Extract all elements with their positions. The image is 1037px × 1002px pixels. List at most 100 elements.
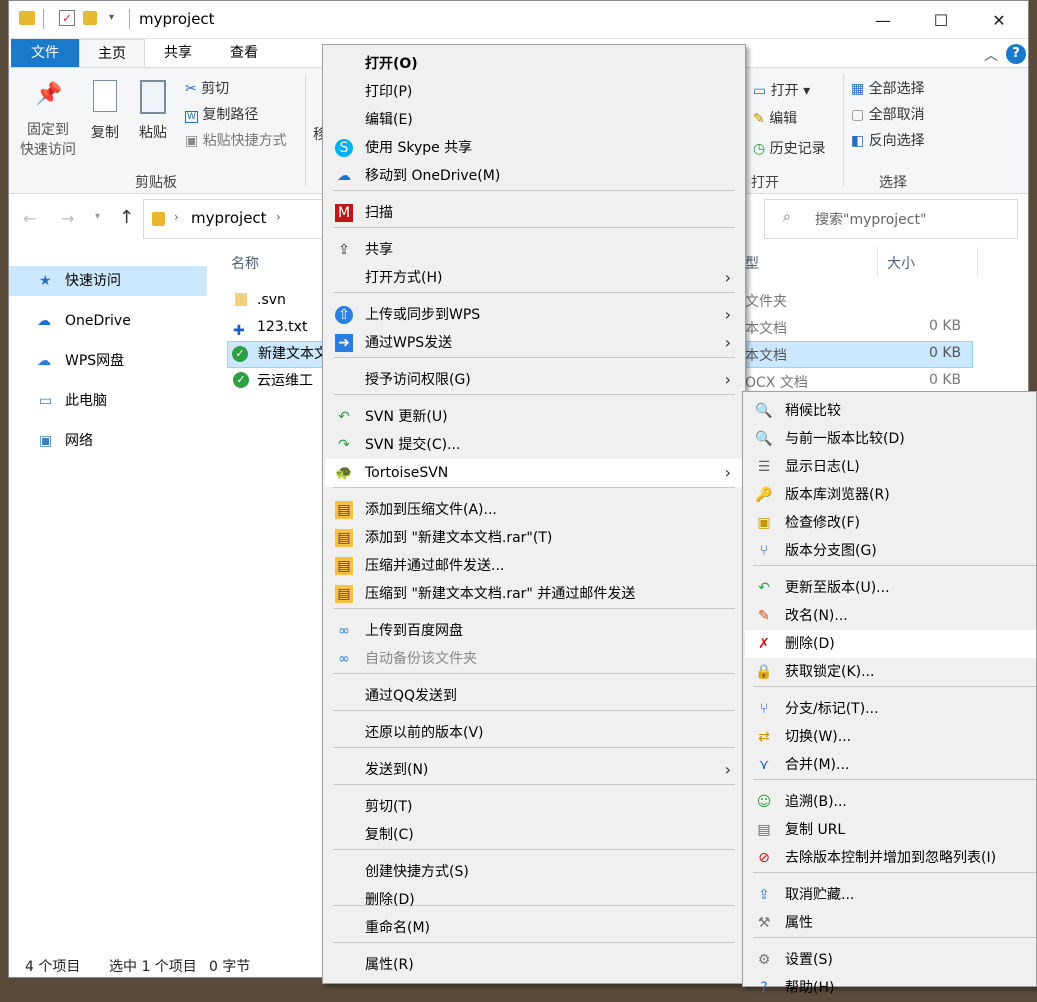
context-menu-item-移动到-onedrive[interactable]: ☁ 移动到 OneDrive(M)	[325, 162, 743, 190]
breadcrumb[interactable]: myproject	[191, 209, 267, 227]
back-arrow-icon[interactable]: ←	[23, 209, 36, 228]
context-menu-item-删除[interactable]: 删除(D)	[325, 886, 743, 914]
context-menu-item-扫描[interactable]: M 扫描	[325, 199, 743, 227]
context-menu-item-自动备份该文件夹[interactable]: ∞ 自动备份该文件夹	[325, 645, 743, 673]
svn-menu-item-稍候比较[interactable]: 🔍 稍候比较	[745, 397, 1036, 425]
breadcrumb-chevron-icon[interactable]: ›	[276, 210, 281, 224]
nav-wps-drive[interactable]: ☁ WPS网盘	[9, 346, 207, 376]
select-all-button[interactable]: ▦ 全部选择	[851, 78, 925, 100]
context-menu-item-添加到压缩文件[interactable]: ▤ 添加到压缩文件(A)...	[325, 496, 743, 524]
select-none-button[interactable]: ▢ 全部取消	[851, 104, 925, 126]
svn-menu-item-检查修改[interactable]: ▣ 检查修改(F)	[745, 509, 1036, 537]
file-row-svn[interactable]: .svn	[229, 287, 329, 314]
network-icon: ▣	[39, 433, 53, 449]
tab-share[interactable]: 共享	[145, 39, 211, 67]
context-menu-item-创建快捷方式[interactable]: 创建快捷方式(S)	[325, 858, 743, 886]
svn-menu-item-删除[interactable]: ✗ 删除(D)	[745, 630, 1036, 658]
svn-menu-item-切换[interactable]: ⇄ 切换(W)...	[745, 723, 1036, 751]
copy-path-button[interactable]: W 复制路径	[185, 104, 258, 126]
cut-label: 剪切	[201, 81, 230, 97]
column-header-type[interactable]: 型	[745, 253, 759, 273]
context-menu-item-打开方式[interactable]: 打开方式(H) ›	[325, 264, 743, 292]
context-menu-item-授予访问权限[interactable]: 授予访问权限(G) ›	[325, 366, 743, 394]
up-arrow-icon[interactable]: ↑	[119, 207, 134, 228]
file-row-new-text[interactable]: ✓ 新建文本文	[227, 341, 329, 368]
context-menu-item-使用-skype-共享[interactable]: S 使用 Skype 共享	[325, 134, 743, 162]
svn-menu-item-设置[interactable]: ⚙ 设置(S)	[745, 946, 1036, 974]
copy-button[interactable]: 复制	[85, 80, 125, 142]
menu-item-label: 改名(N)...	[785, 608, 848, 624]
file-row-docx[interactable]: ✓ 云运维工	[229, 368, 329, 395]
svn-menu-item-复制-url[interactable]: ▤ 复制 URL	[745, 816, 1036, 844]
tab-file[interactable]: 文件	[11, 39, 79, 67]
context-menu-item-压缩到-新建文本文档-rar-并通过邮件发送[interactable]: ▤ 压缩到 "新建文本文档.rar" 并通过邮件发送	[325, 580, 743, 608]
context-menu-item-还原以前的版本[interactable]: 还原以前的版本(V)	[325, 719, 743, 747]
pin-quick-access-button[interactable]: 📌 固定到 快速访问	[17, 82, 79, 160]
context-menu-item-发送到[interactable]: 发送到(N) ›	[325, 756, 743, 784]
context-menu-item-重命名[interactable]: 重命名(M)	[325, 914, 743, 942]
paste-shortcut-button[interactable]: ▣ 粘贴快捷方式	[185, 130, 287, 152]
context-menu-item-复制[interactable]: 复制(C)	[325, 821, 743, 849]
context-menu-item-上传到百度网盘[interactable]: ∞ 上传到百度网盘	[325, 617, 743, 645]
collapse-ribbon-icon[interactable]: ︿	[984, 45, 998, 65]
maximize-button[interactable]: ☐	[912, 1, 970, 39]
svn-menu-item-获取锁定[interactable]: 🔒 获取锁定(K)...	[745, 658, 1036, 686]
svn-menu-item-合并[interactable]: ⋎ 合并(M)...	[745, 751, 1036, 779]
svn-menu-item-追溯[interactable]: ☺ 追溯(B)...	[745, 788, 1036, 816]
customize-toolbar-icon[interactable]: ▾	[109, 12, 114, 23]
minimize-button[interactable]: —	[854, 1, 912, 39]
svn-menu-item-改名[interactable]: ✎ 改名(N)...	[745, 602, 1036, 630]
svn-menu-item-与前一版本比较[interactable]: 🔍 与前一版本比较(D)	[745, 425, 1036, 453]
svn-menu-item-帮助[interactable]: ? 帮助(H)	[745, 974, 1036, 1002]
svn-menu-item-取消贮藏[interactable]: ⇪ 取消贮藏...	[745, 881, 1036, 909]
context-menu-item-打开[interactable]: 打开(O)	[325, 50, 743, 78]
file-row-123-txt[interactable]: ✚ 123.txt	[229, 314, 329, 341]
search-box[interactable]: ⌕ 搜索"myproject"	[764, 199, 1018, 239]
column-header-size[interactable]: 大小	[887, 253, 915, 273]
close-button[interactable]: ✕	[970, 1, 1028, 39]
paste-button[interactable]: 粘贴	[133, 80, 173, 142]
context-menu-item-通过wps发送[interactable]: ➜ 通过WPS发送 ›	[325, 329, 743, 357]
nav-network[interactable]: ▣ 网络	[9, 426, 207, 456]
nav-this-pc[interactable]: ▭ 此电脑	[9, 386, 207, 416]
status-selected: 选中 1 个项目	[109, 959, 197, 975]
context-menu-item-上传或同步到wps[interactable]: ⇧ 上传或同步到WPS ›	[325, 301, 743, 329]
context-menu-item-svn-提交[interactable]: ↷ SVN 提交(C)...	[325, 431, 743, 459]
open-label: 打开 ▾	[770, 83, 811, 99]
context-menu-item-属性[interactable]: 属性(R)	[325, 951, 743, 979]
context-menu-item-压缩并通过邮件发送[interactable]: ▤ 压缩并通过邮件发送...	[325, 552, 743, 580]
svn-menu-item-版本分支图[interactable]: ⑂ 版本分支图(G)	[745, 537, 1036, 565]
properties-quick-icon[interactable]: ✓	[59, 10, 75, 26]
search-input[interactable]: 搜索"myproject"	[815, 209, 926, 229]
forward-arrow-icon[interactable]: →	[61, 209, 74, 228]
cut-button[interactable]: ✂ 剪切	[185, 78, 229, 100]
tab-home[interactable]: 主页	[79, 39, 145, 67]
tab-view[interactable]: 查看	[211, 39, 277, 67]
svn-menu-item-显示日志[interactable]: ☰ 显示日志(L)	[745, 453, 1036, 481]
address-bar[interactable]: › myproject ›	[143, 199, 323, 239]
nav-onedrive[interactable]: ☁ OneDrive	[9, 306, 207, 336]
edit-button[interactable]: ✎ 编辑	[753, 108, 797, 130]
context-menu-item-tortoisesvn[interactable]: 🐢 TortoiseSVN ›	[325, 459, 743, 487]
new-folder-quick-icon[interactable]	[83, 11, 97, 25]
open-button[interactable]: ▭ 打开 ▾	[753, 80, 810, 102]
svn-menu-item-分支-标记[interactable]: ⑂ 分支/标记(T)...	[745, 695, 1036, 723]
invert-selection-button[interactable]: ◧ 反向选择	[851, 130, 925, 152]
svn-menu-item-属性[interactable]: ⚒ 属性	[745, 909, 1036, 937]
context-menu-item-编辑[interactable]: 编辑(E)	[325, 106, 743, 134]
context-menu-item-svn-更新[interactable]: ↶ SVN 更新(U)	[325, 403, 743, 431]
context-menu-item-打印[interactable]: 打印(P)	[325, 78, 743, 106]
svn-menu-item-更新至版本[interactable]: ↶ 更新至版本(U)...	[745, 574, 1036, 602]
svn-menu-item-去除版本控制并增加到忽略列表[interactable]: ⊘ 去除版本控制并增加到忽略列表(I)	[745, 844, 1036, 872]
svn-menu-item-版本库浏览器[interactable]: 🔑 版本库浏览器(R)	[745, 481, 1036, 509]
context-menu-item-共享[interactable]: ⇪ 共享	[325, 236, 743, 264]
column-header-name[interactable]: 名称	[231, 253, 259, 273]
help-icon[interactable]: ?	[1006, 44, 1026, 64]
context-menu-item-添加到-新建文本文档-rar[interactable]: ▤ 添加到 "新建文本文档.rar"(T)	[325, 524, 743, 552]
context-menu-item-通过qq发送到[interactable]: 通过QQ发送到	[325, 682, 743, 710]
history-button[interactable]: ◷ 历史记录	[753, 138, 826, 160]
context-menu-item-剪切[interactable]: 剪切(T)	[325, 793, 743, 821]
menu-item-label: SVN 更新(U)	[365, 409, 448, 425]
nav-quick-access[interactable]: ★ 快速访问	[9, 266, 207, 296]
recent-locations-icon[interactable]: ▾	[95, 211, 100, 222]
